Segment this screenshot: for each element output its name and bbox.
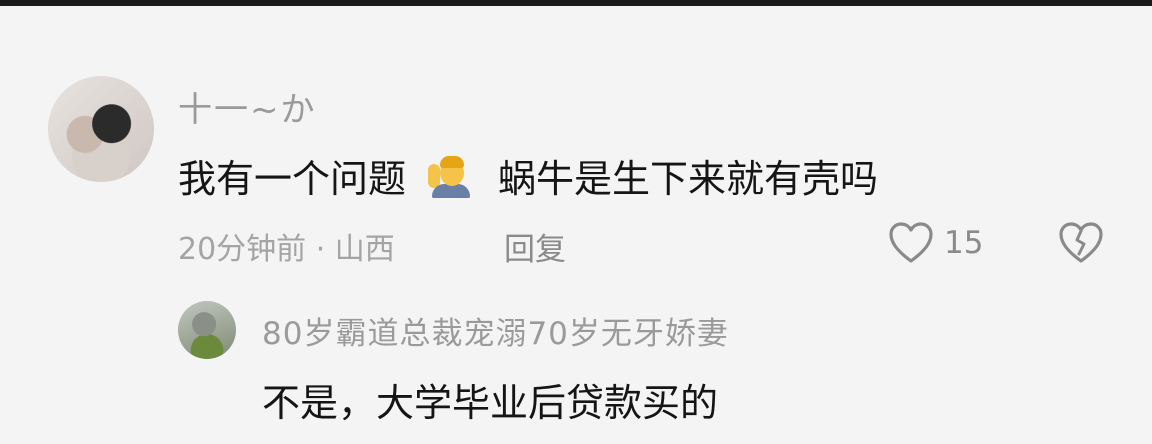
dislike-button[interactable]: [1058, 222, 1104, 268]
comment-text-part-1: 我有一个问题: [178, 157, 407, 201]
like-count: 15: [944, 225, 984, 261]
person-raising-hand-emoji-icon: [428, 154, 472, 198]
comment-text-part-2: 蜗牛是生下来就有壳吗: [498, 157, 879, 201]
broken-heart-icon: [1059, 222, 1103, 263]
reply-button[interactable]: 回复: [504, 224, 566, 269]
reply-text: 不是，大学毕业后贷款买的: [262, 381, 719, 425]
like-button[interactable]: 15: [888, 222, 983, 264]
comment-username[interactable]: 十一~か: [178, 82, 317, 131]
comment-meta: 20分钟前 · 山西: [178, 232, 395, 267]
reply-username[interactable]: 80岁霸道总裁宠溺70岁无牙娇妻: [262, 308, 729, 353]
top-divider: [0, 0, 1152, 6]
reply-avatar[interactable]: [178, 301, 236, 359]
avatar[interactable]: [48, 76, 154, 182]
comment-text: 我有一个问题 蜗牛是生下来就有壳吗: [178, 148, 878, 203]
heart-outline-icon: [889, 222, 933, 263]
